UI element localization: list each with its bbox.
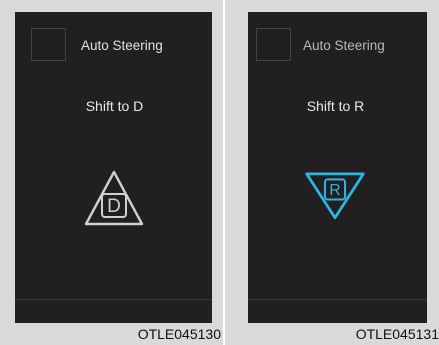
header-title: Auto Steering [81, 38, 163, 53]
figure-caption: OTLE045131 [355, 326, 439, 342]
header-icon-box [256, 28, 291, 61]
reverse-panel: Auto Steering Shift to R R OTLE045131 [225, 0, 439, 345]
footer-divider [15, 299, 212, 300]
header-icon-box [31, 28, 66, 61]
triangle-up-icon: D [84, 170, 143, 226]
gear-letter: R [329, 182, 340, 199]
drive-panel: Auto Steering Shift to D D OTLE045130 [0, 0, 223, 345]
header-title: Auto Steering [303, 38, 385, 53]
cluster-display: Auto Steering Shift to D D [15, 12, 212, 323]
triangle-down-icon: R [304, 172, 365, 220]
gear-letter: D [107, 196, 121, 217]
shift-message: Shift to D [85, 98, 144, 114]
shift-message: Shift to R [306, 98, 365, 114]
footer-divider [248, 299, 427, 300]
cluster-display: Auto Steering Shift to R R [248, 12, 427, 323]
figure-caption: OTLE045130 [137, 326, 221, 342]
